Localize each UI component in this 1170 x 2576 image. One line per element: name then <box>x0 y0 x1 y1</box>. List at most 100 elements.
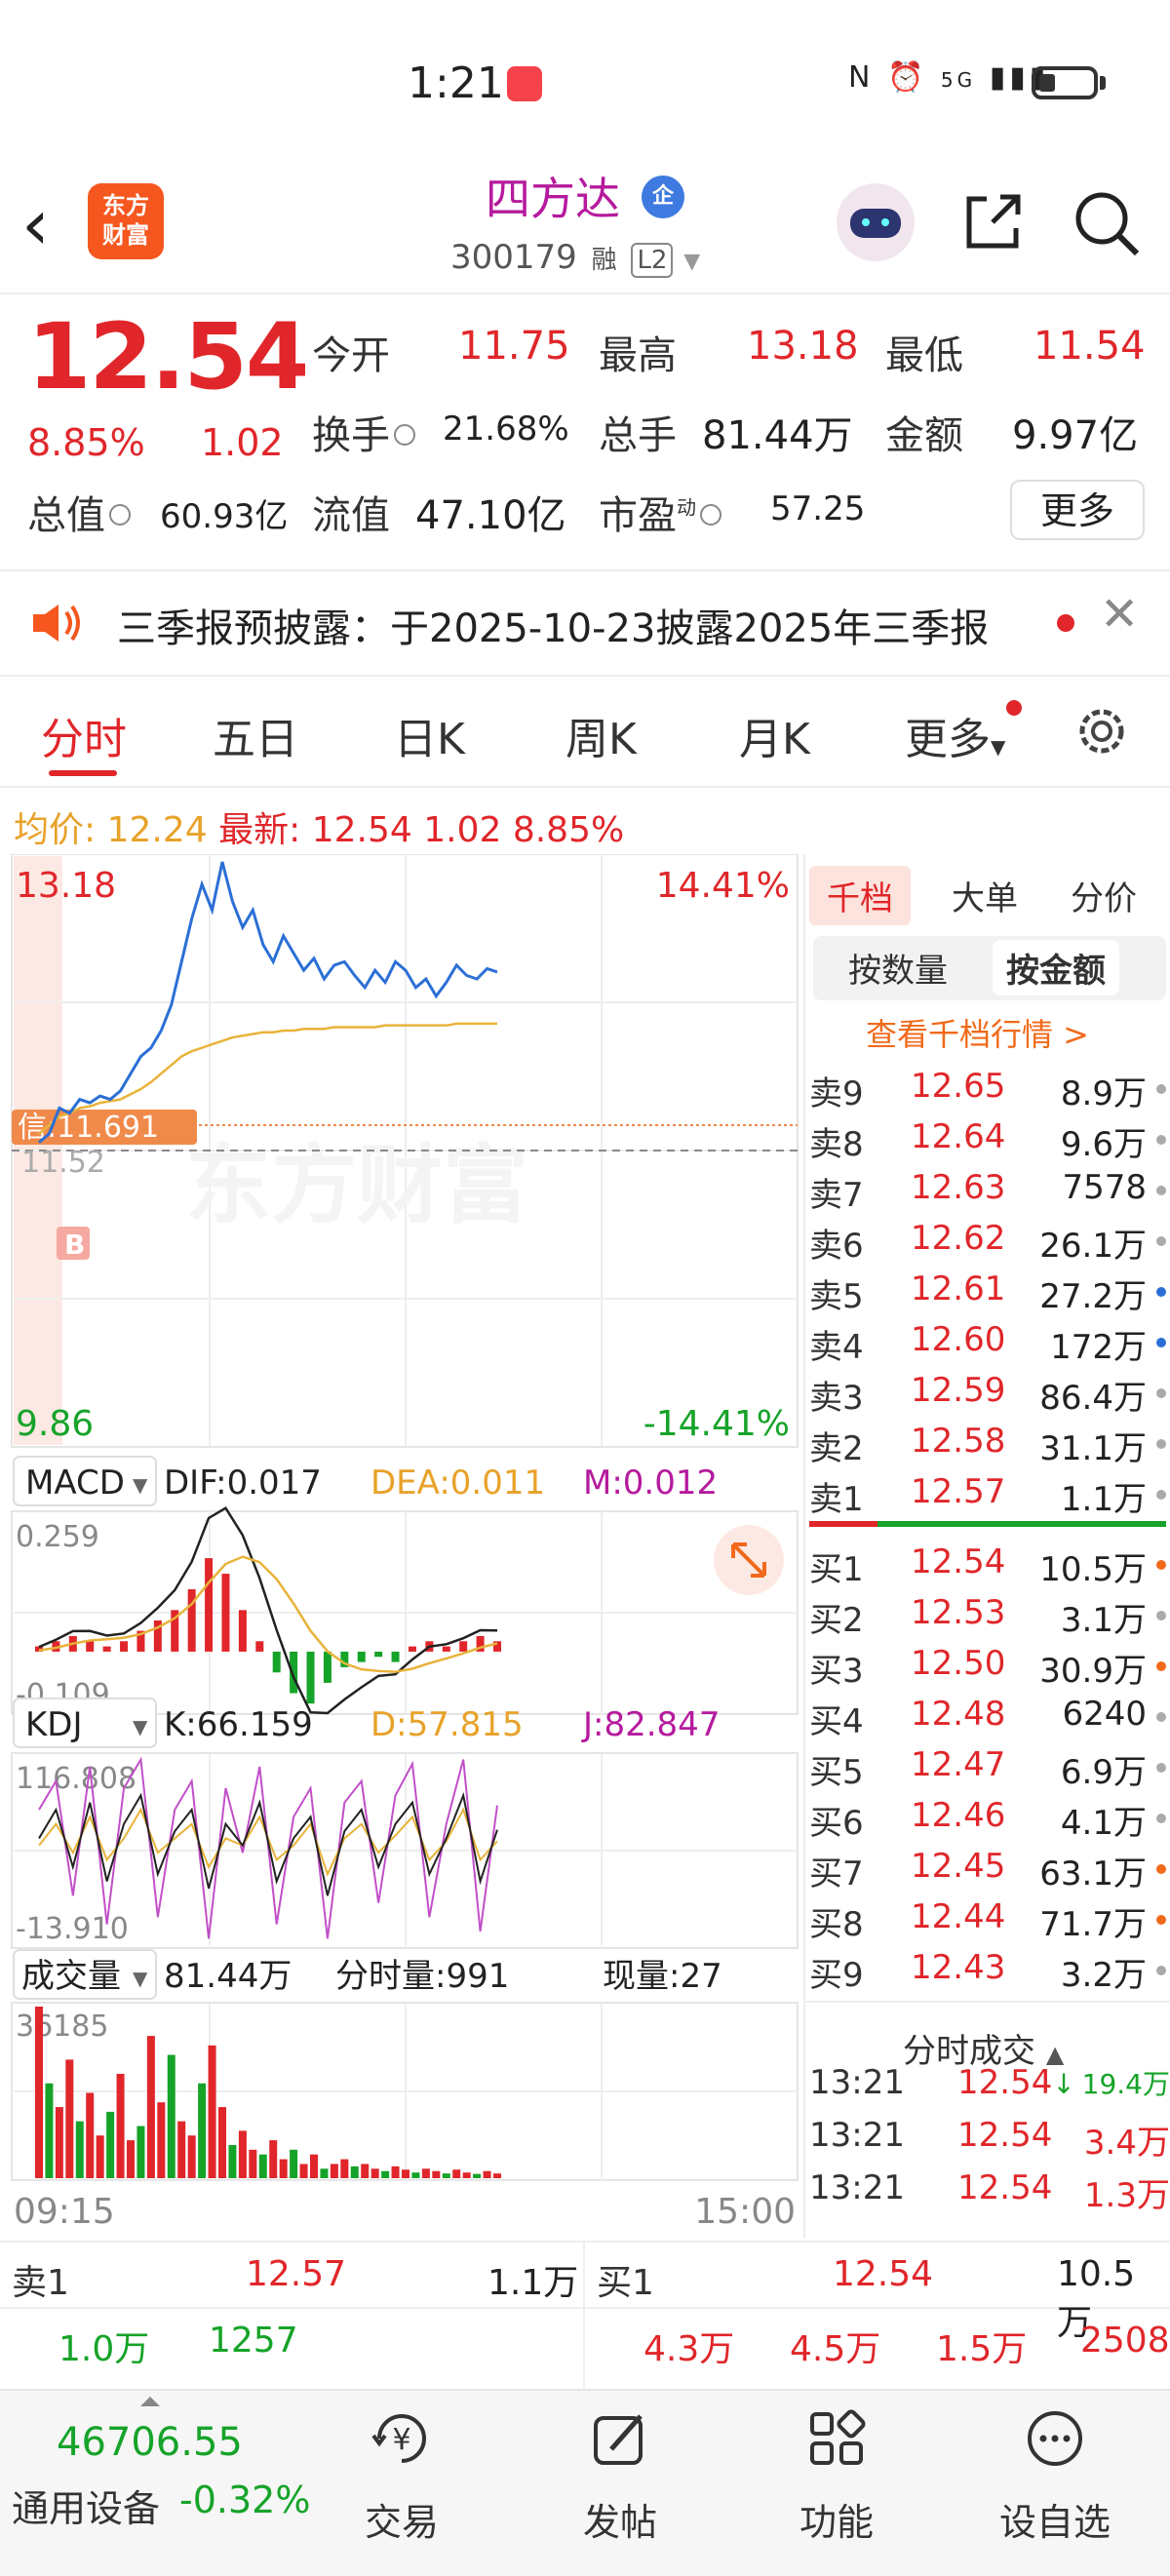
gear-icon[interactable] <box>1072 702 1131 761</box>
kdj-y-bottom: -13.910 <box>16 1912 129 1946</box>
ticks-divider <box>805 2001 1170 2003</box>
nav-trade[interactable]: ¥ 交易 <box>324 2406 480 2546</box>
order-flag-dot <box>1156 1661 1166 1671</box>
index-value[interactable]: 46706.55 <box>57 2420 243 2465</box>
volume-bar <box>432 2170 441 2178</box>
seg-by-quantity[interactable]: 按数量 <box>848 944 948 992</box>
volume-bar <box>391 2166 400 2178</box>
bid-row[interactable]: 买7 12.45 63.1万 <box>805 1841 1170 1893</box>
info-icon[interactable] <box>109 504 131 526</box>
macd-bar <box>374 1651 383 1658</box>
charts-svg[interactable]: 东方财富 信:11.691 11.52 B 13.18 9.86 14.41% … <box>0 853 800 2239</box>
macd-bar <box>272 1651 281 1673</box>
ask1-volume: 1.1万 <box>488 2263 579 2303</box>
tab-five-day[interactable]: 五日 <box>213 704 298 766</box>
stock-code-row[interactable]: 300179 融 L2 ▼ <box>450 238 700 278</box>
bid-level-label: 买6 <box>809 1804 864 1843</box>
macd-bar <box>205 1558 214 1652</box>
info-icon[interactable] <box>394 424 415 446</box>
back-button[interactable]: ‹ <box>21 185 80 263</box>
tick-time: 13:21 <box>809 2168 905 2207</box>
nav-post[interactable]: 发帖 <box>542 2406 698 2546</box>
bid-row[interactable]: 买2 12.53 3.1万 <box>805 1587 1170 1640</box>
ask-level-label: 卖3 <box>809 1379 864 1418</box>
grid-icon <box>810 2409 866 2465</box>
kdj-selector-label: KDJ <box>25 1705 83 1744</box>
order-flag-dot <box>1156 1864 1166 1874</box>
macd-bar <box>323 1651 332 1683</box>
bid-row[interactable]: 买1 12.54 10.5万 <box>805 1537 1170 1589</box>
index-name[interactable]: 通用设备 <box>12 2478 160 2532</box>
more-button[interactable]: 更多 <box>1010 480 1145 540</box>
tab-weekly-k[interactable]: 周K <box>566 704 637 766</box>
volume-bar <box>218 2107 226 2178</box>
pe-value: 57.25 <box>770 489 866 528</box>
x-start-label: 09:15 <box>14 2192 115 2232</box>
bid-row[interactable]: 买5 12.47 6.9万 <box>805 1739 1170 1792</box>
ai-assistant-icon[interactable] <box>837 183 915 261</box>
chart-area[interactable]: 东方财富 信:11.691 11.52 B 13.18 9.86 14.41% … <box>0 853 800 2239</box>
macd-bar <box>255 1641 264 1652</box>
bid-row[interactable]: 买6 12.46 4.1万 <box>805 1790 1170 1843</box>
dropdown-icon: ▼ <box>991 735 1006 759</box>
search-icon[interactable] <box>1069 185 1143 259</box>
bid-volume: 3.1万 <box>1060 1601 1147 1640</box>
tab-daily-k[interactable]: 日K <box>394 704 465 766</box>
ask-row[interactable]: 卖4 12.60 172万 <box>805 1314 1170 1367</box>
info-icon[interactable] <box>700 504 722 526</box>
bid-row[interactable]: 买9 12.43 3.2万 <box>805 1942 1170 1995</box>
ask-row[interactable]: 卖8 12.64 9.6万 <box>805 1112 1170 1164</box>
dropdown-icon: ▼ <box>133 1473 148 1497</box>
order-flag-dot <box>1156 1338 1166 1347</box>
ask-row[interactable]: 卖6 12.62 26.1万 <box>805 1213 1170 1266</box>
bid-volume: 30.9万 <box>1039 1652 1147 1691</box>
tab-monthly-k[interactable]: 月K <box>739 704 810 766</box>
ask-level-label: 卖2 <box>809 1429 864 1468</box>
view-thousand-level-link[interactable]: 查看千档行情 > <box>866 1010 1089 1055</box>
tab-price-dist[interactable]: 分价 <box>1071 872 1137 919</box>
volume-bar <box>361 2164 370 2178</box>
tab-more[interactable]: 更多▼ <box>905 704 1005 766</box>
close-icon[interactable]: ✕ <box>1100 587 1139 642</box>
tab-intraday[interactable]: 分时 <box>41 704 127 766</box>
d-label: D:57.815 <box>370 1705 524 1744</box>
expand-caret-icon[interactable] <box>140 2397 160 2406</box>
ask-row[interactable]: 卖3 12.59 86.4万 <box>805 1365 1170 1418</box>
volume-value: 81.44万 <box>702 413 853 458</box>
bid-row[interactable]: 买3 12.50 30.9万 <box>805 1638 1170 1691</box>
ask-row[interactable]: 卖5 12.61 27.2万 <box>805 1264 1170 1316</box>
tick-time: 13:21 <box>809 2116 905 2155</box>
notice-unread-dot <box>1057 614 1074 632</box>
ask-level-label: 卖4 <box>809 1328 864 1367</box>
volume-bar <box>106 2111 115 2178</box>
bid-row[interactable]: 买4 12.48 6240 <box>805 1689 1170 1741</box>
dif-label: DIF:0.017 <box>164 1464 322 1503</box>
order-flag-dot <box>1156 1135 1166 1145</box>
volume-bar <box>167 2054 176 2178</box>
nav-functions[interactable]: 功能 <box>759 2406 915 2546</box>
k-label: K:66.159 <box>164 1705 313 1744</box>
seg-by-amount[interactable]: 按金额 <box>993 940 1119 995</box>
notice-bar[interactable]: 三季报预披露：于2025-10-23披露2025年三季报 ✕ <box>0 569 1170 677</box>
dea-label: DEA:0.011 <box>370 1464 545 1503</box>
volume-bar <box>370 2168 379 2178</box>
tab-big-order[interactable]: 大单 <box>952 872 1018 919</box>
ask-price: 12.62 <box>911 1219 1006 1258</box>
nfc-icon: N <box>848 60 875 95</box>
tab-thousand-level[interactable]: 千档 <box>809 866 911 925</box>
nav-add-watchlist[interactable]: 设自选 <box>977 2406 1133 2546</box>
stock-name[interactable]: 四方达 <box>486 164 620 228</box>
macd-selector-label: MACD <box>25 1464 125 1503</box>
bid-level-label: 买2 <box>809 1601 864 1640</box>
status-icons: N ⏰ 5G ▮▮▮ <box>848 60 1049 95</box>
bid-row[interactable]: 买8 12.44 71.7万 <box>805 1892 1170 1944</box>
ask-row[interactable]: 卖7 12.63 7578 <box>805 1162 1170 1215</box>
ask-row[interactable]: 卖2 12.58 31.1万 <box>805 1416 1170 1468</box>
volume-bar <box>208 2045 216 2178</box>
level-one-bar[interactable]: 卖1 12.57 1.1万 买1 12.54 10.5万 1.0万 1257 4… <box>0 2241 1170 2399</box>
ask-row[interactable]: 卖1 12.57 1.1万 <box>805 1466 1170 1519</box>
ask-level-label: 卖8 <box>809 1125 864 1164</box>
tick-price-value: 12.54 <box>957 2168 1053 2207</box>
share-icon[interactable] <box>957 187 1028 257</box>
ask-row[interactable]: 卖9 12.65 8.9万 <box>805 1061 1170 1113</box>
